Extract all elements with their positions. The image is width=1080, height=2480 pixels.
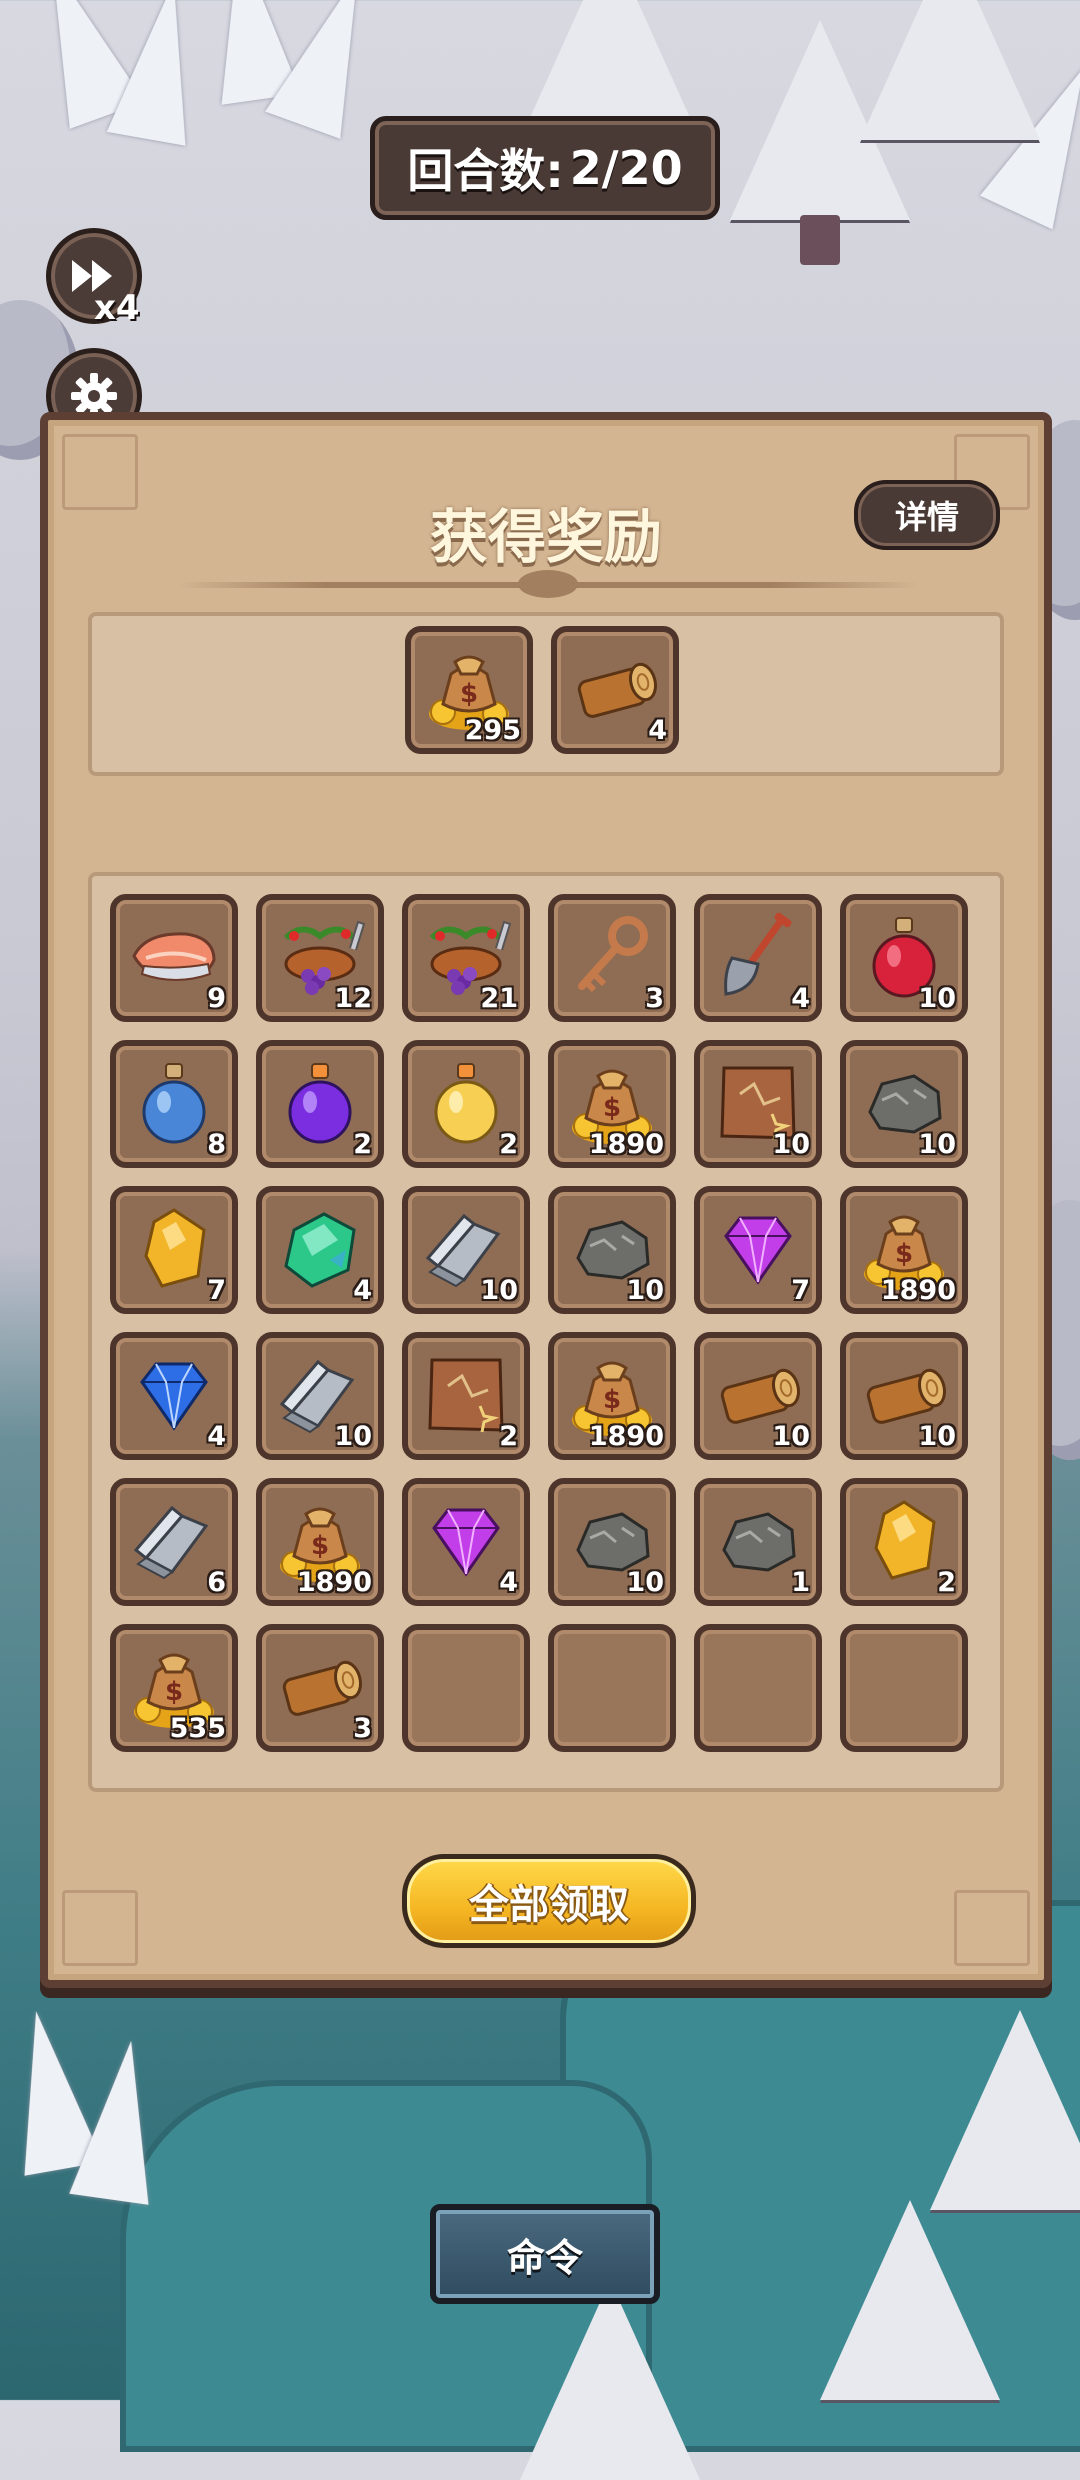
reward-slot[interactable]: $1890 (840, 1186, 968, 1314)
item-count: 2 (353, 1129, 372, 1160)
svg-text:$: $ (165, 1677, 183, 1707)
reward-slot[interactable]: 10 (402, 1186, 530, 1314)
reward-slot[interactable]: 21 (402, 894, 530, 1022)
item-count: 10 (334, 1421, 372, 1452)
item-count: 12 (334, 983, 372, 1014)
item-count: 1890 (588, 1129, 664, 1160)
reward-slot[interactable]: 10 (256, 1332, 384, 1460)
reward-slot[interactable]: 10 (840, 1332, 968, 1460)
reward-slot[interactable]: 3 (548, 894, 676, 1022)
item-count: 2 (499, 1421, 518, 1452)
reward-slot[interactable]: 7 (694, 1186, 822, 1314)
reward-slot[interactable]: 4 (551, 626, 679, 754)
item-count: 3 (645, 983, 664, 1014)
reward-slot[interactable]: 2 (840, 1478, 968, 1606)
item-count: 7 (791, 1275, 810, 1306)
item-count: 10 (772, 1421, 810, 1452)
svg-text:$: $ (603, 1385, 621, 1415)
details-button[interactable]: 详情 (854, 480, 1000, 550)
item-count: 4 (499, 1567, 518, 1598)
round-counter: 回合数: 2/20 (370, 116, 720, 220)
item-count: 535 (169, 1713, 226, 1744)
reward-slot[interactable]: 1 (694, 1478, 822, 1606)
item-count: 1890 (880, 1275, 956, 1306)
reward-slot[interactable]: 7 (110, 1186, 238, 1314)
svg-text:$: $ (603, 1093, 621, 1123)
command-button[interactable]: 命令 (430, 2204, 660, 2304)
reward-slot[interactable]: 10 (548, 1478, 676, 1606)
reward-slot[interactable]: $1890 (548, 1040, 676, 1168)
item-count: 6 (207, 1567, 226, 1598)
reward-slot[interactable]: $1890 (256, 1478, 384, 1606)
reward-slot[interactable]: $535 (110, 1624, 238, 1752)
item-count: 2 (937, 1567, 956, 1598)
claim-all-button[interactable]: 全部领取 (402, 1854, 696, 1948)
item-count: 295 (464, 715, 521, 746)
reward-panel: 获得奖励 详情 $295 4 9 12 21 3 4 10 8 2 2 $1890 10 10 7 4 10 1… (40, 412, 1052, 1988)
reward-slot[interactable]: 4 (256, 1186, 384, 1314)
svg-text:$: $ (460, 679, 478, 709)
item-count: 10 (918, 983, 956, 1014)
item-count: 4 (353, 1275, 372, 1306)
reward-slot[interactable]: 4 (402, 1478, 530, 1606)
empty-reward-slot[interactable] (402, 1624, 530, 1752)
panel-ornament (954, 1890, 1030, 1966)
panel-ornament (62, 1890, 138, 1966)
reward-slot[interactable]: 9 (110, 894, 238, 1022)
item-count: 4 (207, 1421, 226, 1452)
title-divider-ornament (518, 570, 578, 598)
reward-slot[interactable]: 4 (110, 1332, 238, 1460)
reward-slot[interactable]: 2 (256, 1040, 384, 1168)
reward-slot[interactable]: 2 (402, 1040, 530, 1168)
reward-slot[interactable]: 10 (694, 1332, 822, 1460)
reward-grid: 9 12 21 3 4 10 8 2 2 $1890 10 10 7 4 10 10 7 $1890 4 10 2 $18… (88, 872, 1004, 1792)
speed-multiplier: x4 (94, 288, 140, 328)
item-count: 10 (772, 1129, 810, 1160)
reward-slot[interactable]: 10 (840, 1040, 968, 1168)
snowy-tree (820, 2200, 1000, 2400)
empty-reward-slot[interactable] (694, 1624, 822, 1752)
item-count: 21 (480, 983, 518, 1014)
item-count: 2 (499, 1129, 518, 1160)
reward-slot[interactable]: 3 (256, 1624, 384, 1752)
snowy-tree (520, 2280, 700, 2480)
tree-trunk (800, 215, 840, 265)
item-count: 1890 (296, 1567, 372, 1598)
item-count: 4 (791, 983, 810, 1014)
reward-slot[interactable]: 4 (694, 894, 822, 1022)
item-count: 1890 (588, 1421, 664, 1452)
item-count: 10 (918, 1129, 956, 1160)
item-count: 10 (918, 1421, 956, 1452)
ice-crystal (106, 0, 214, 146)
snowy-tree (930, 2010, 1080, 2210)
reward-slot[interactable]: $1890 (548, 1332, 676, 1460)
reward-slot[interactable]: 10 (694, 1040, 822, 1168)
item-count: 1 (791, 1567, 810, 1598)
reward-slot[interactable]: 8 (110, 1040, 238, 1168)
round-label: 回合数: (407, 144, 564, 198)
item-count: 10 (626, 1275, 664, 1306)
round-value: 2/20 (569, 141, 683, 195)
item-count: 7 (207, 1275, 226, 1306)
item-count: 10 (480, 1275, 518, 1306)
reward-slot[interactable]: 6 (110, 1478, 238, 1606)
snowy-tree (860, 0, 1040, 140)
reward-slot[interactable]: 12 (256, 894, 384, 1022)
empty-reward-slot[interactable] (840, 1624, 968, 1752)
top-rewards-area: $295 4 (88, 612, 1004, 776)
item-count: 4 (648, 715, 667, 746)
item-count: 9 (207, 983, 226, 1014)
empty-reward-slot[interactable] (548, 1624, 676, 1752)
svg-text:$: $ (895, 1239, 913, 1269)
item-count: 8 (207, 1129, 226, 1160)
reward-slot[interactable]: 10 (548, 1186, 676, 1314)
reward-slot[interactable]: $295 (405, 626, 533, 754)
item-count: 3 (353, 1713, 372, 1744)
svg-text:$: $ (311, 1531, 329, 1561)
reward-slot[interactable]: 2 (402, 1332, 530, 1460)
reward-slot[interactable]: 10 (840, 894, 968, 1022)
item-count: 10 (626, 1567, 664, 1598)
